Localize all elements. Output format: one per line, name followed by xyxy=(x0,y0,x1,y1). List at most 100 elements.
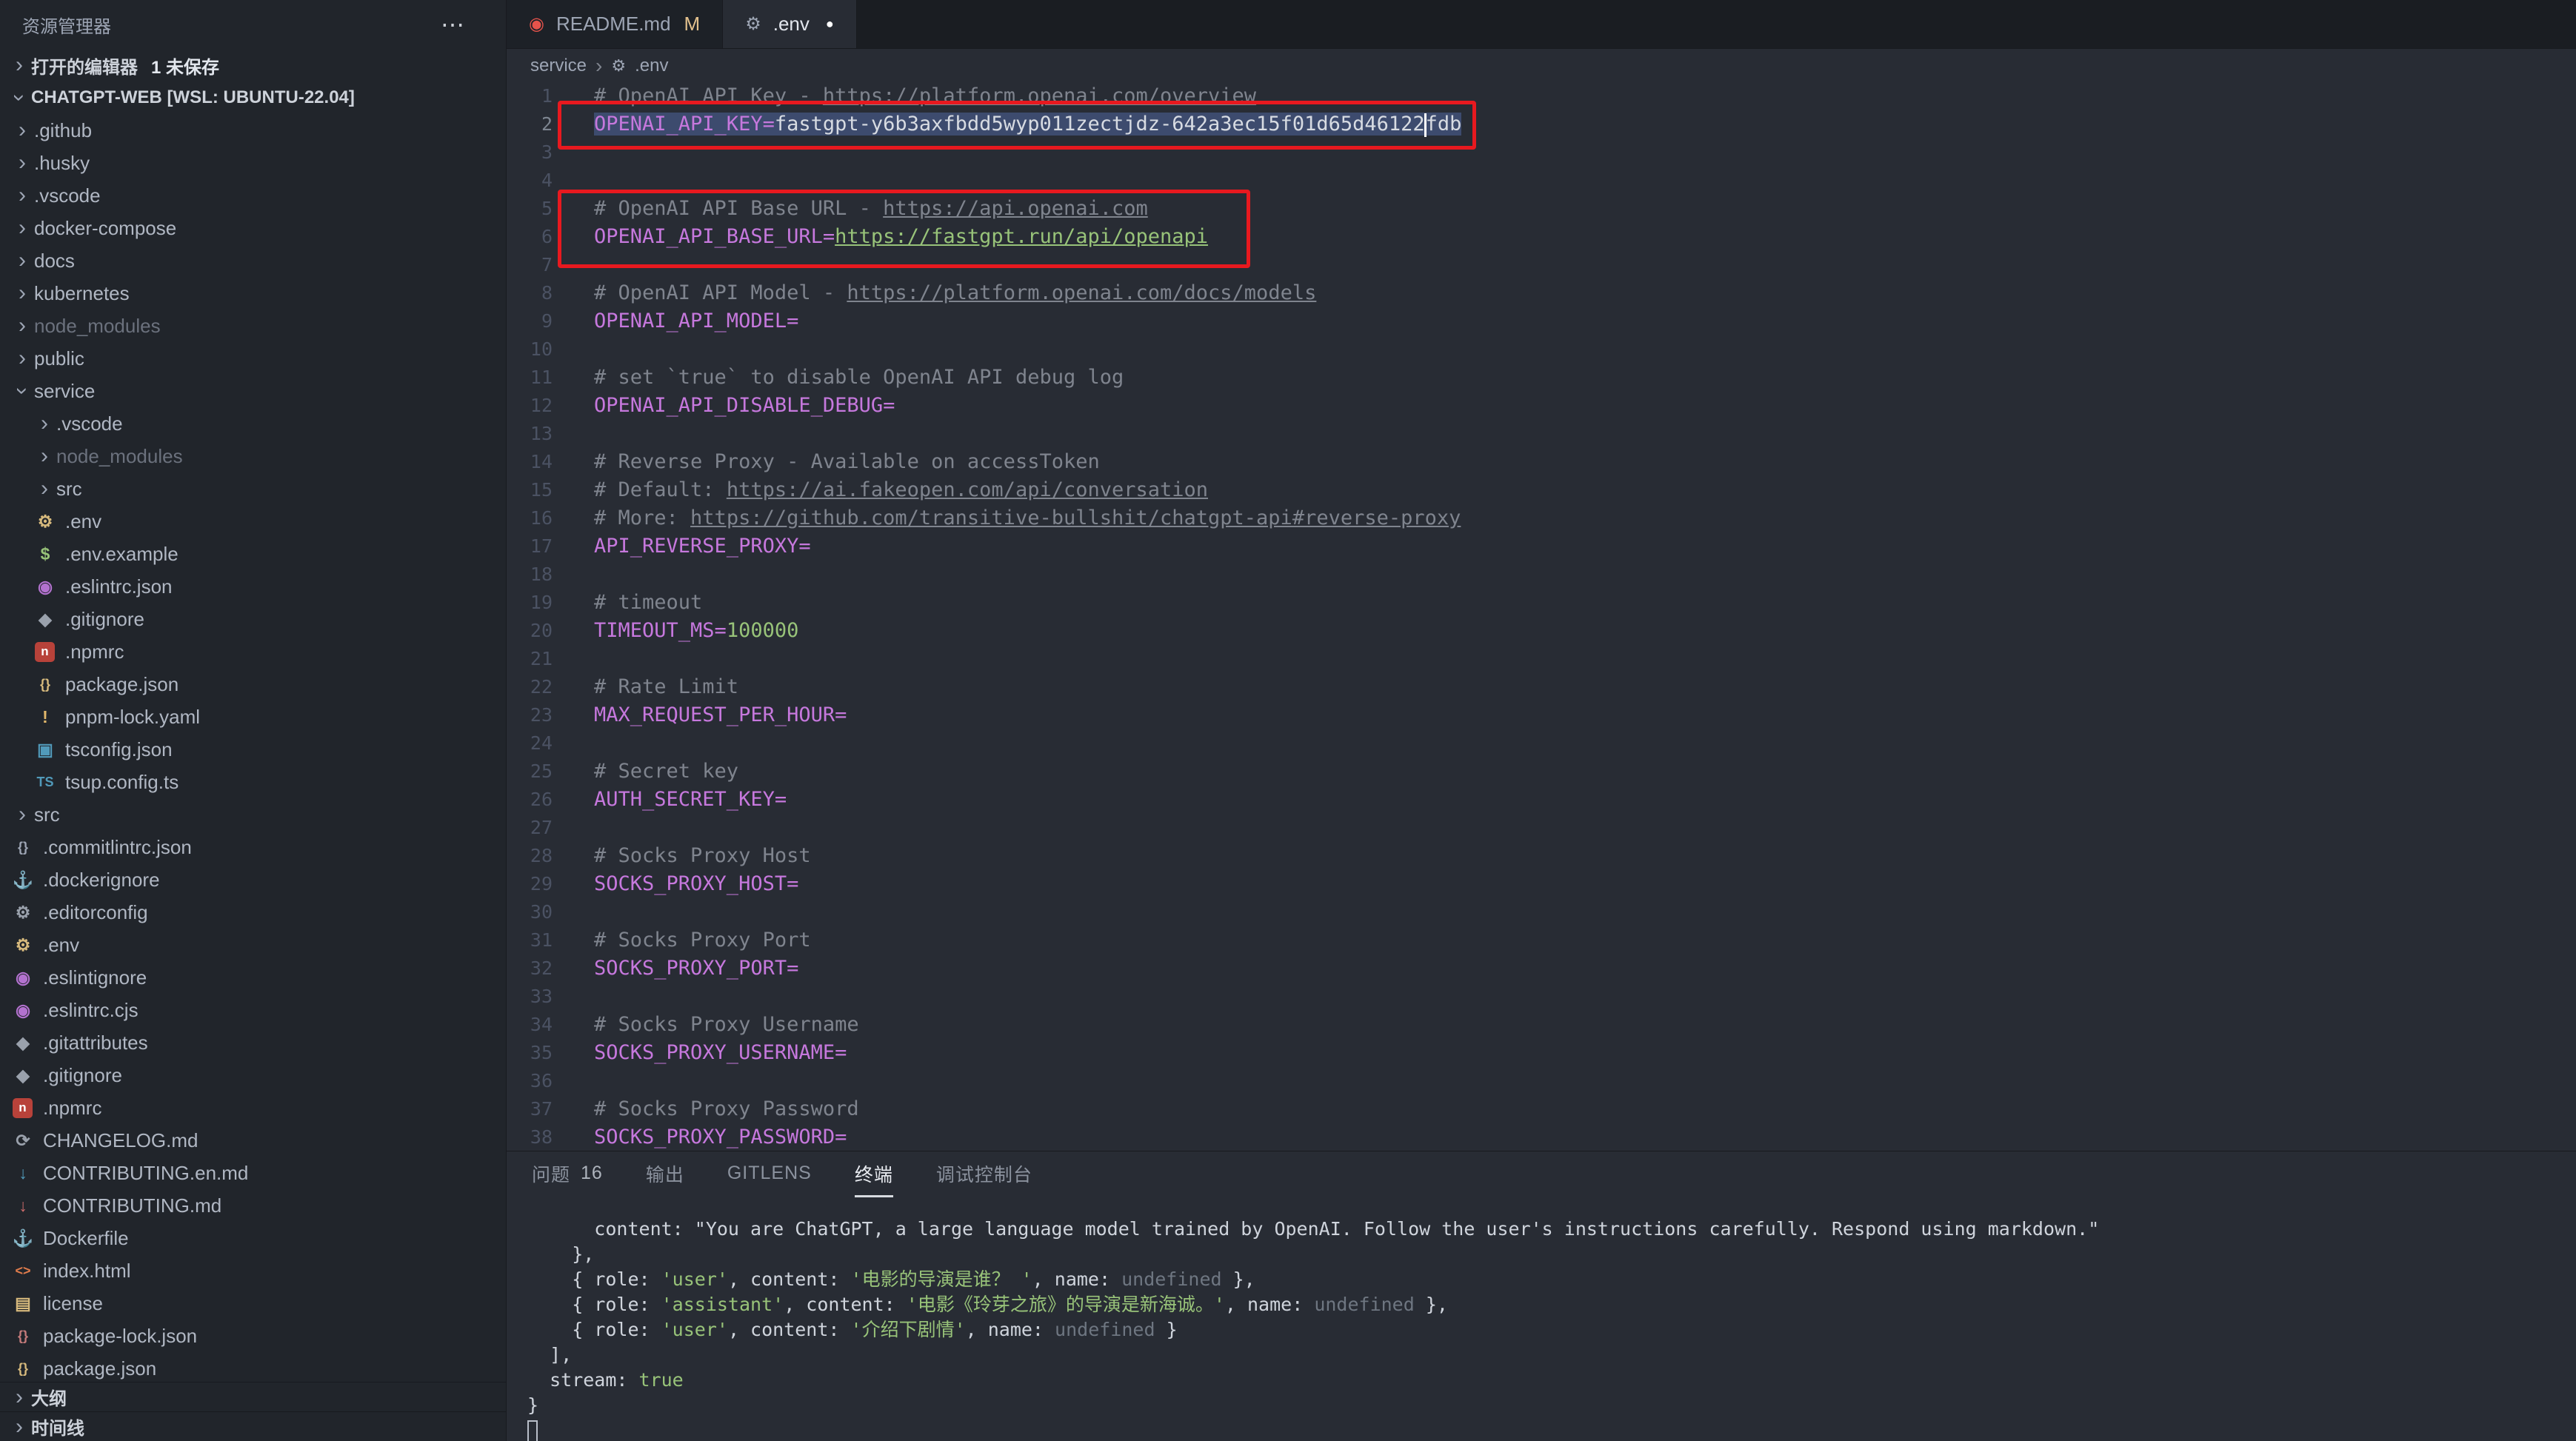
code-line-content[interactable]: # More: https://github.com/transitive-bu… xyxy=(563,504,1461,532)
tree-item[interactable]: ⚙.env xyxy=(0,505,506,538)
code-line-content[interactable] xyxy=(563,1067,594,1095)
tree-item[interactable]: ›src xyxy=(0,472,506,505)
code-line-content[interactable] xyxy=(563,335,594,364)
tree-item[interactable]: ⚓Dockerfile xyxy=(0,1222,506,1254)
code-line-content[interactable]: # Secret key xyxy=(563,758,738,786)
tree-item[interactable]: ◉.eslintrc.cjs xyxy=(0,994,506,1026)
tree-item[interactable]: ◉.eslintignore xyxy=(0,961,506,994)
terminal-token: }, xyxy=(1415,1294,1448,1315)
panel-tab[interactable]: GITLENS xyxy=(727,1151,812,1197)
line-number: 2 xyxy=(507,110,563,138)
tree-item[interactable]: ◆.gitignore xyxy=(0,603,506,635)
code-line-content[interactable] xyxy=(563,138,594,167)
tree-item[interactable]: {}package-lock.json xyxy=(0,1320,506,1352)
tree-item[interactable]: n.npmrc xyxy=(0,635,506,668)
tree-item[interactable]: ⚓.dockerignore xyxy=(0,863,506,896)
panel-tab[interactable]: 输出 xyxy=(646,1151,684,1197)
code-line-content[interactable]: SOCKS_PROXY_USERNAME= xyxy=(563,1039,847,1067)
tree-item[interactable]: ›node_modules xyxy=(0,440,506,472)
code-line-content[interactable] xyxy=(563,983,594,1011)
tree-item[interactable]: ›docs xyxy=(0,244,506,277)
selection-highlight: OPENAI_API_KEY=fastgpt-y6b3axfbdd5wyp011… xyxy=(594,113,1461,136)
tree-item[interactable]: ›.vscode xyxy=(0,407,506,440)
code-line-content[interactable]: # Default: https://ai.fakeopen.com/api/c… xyxy=(563,476,1208,504)
code-line-content[interactable]: # Socks Proxy Host xyxy=(563,842,811,870)
code-line-content[interactable]: AUTH_SECRET_KEY= xyxy=(563,786,787,814)
tree-item[interactable]: ›node_modules xyxy=(0,310,506,342)
editor-tab[interactable]: ◉README.mdM xyxy=(507,0,723,48)
tree-item[interactable]: ↓CONTRIBUTING.md xyxy=(0,1189,506,1222)
code-line-content[interactable]: MAX_REQUEST_PER_HOUR= xyxy=(563,701,847,729)
more-actions-icon[interactable]: ⋯ xyxy=(441,10,464,39)
code-line-content[interactable] xyxy=(563,167,594,195)
code-line-content[interactable]: # Reverse Proxy - Available on accessTok… xyxy=(563,448,1100,476)
code-line-content[interactable] xyxy=(563,729,594,758)
code-line-content[interactable]: # Socks Proxy Username xyxy=(563,1011,859,1039)
code-line-content[interactable]: OPENAI_API_KEY=fastgpt-y6b3axfbdd5wyp011… xyxy=(563,110,1461,138)
code-line-content[interactable] xyxy=(563,898,594,926)
code-line-content[interactable]: OPENAI_API_BASE_URL=https://fastgpt.run/… xyxy=(563,223,1208,251)
tree-item[interactable]: $.env.example xyxy=(0,538,506,570)
code-line-content[interactable]: # Socks Proxy Password xyxy=(563,1095,859,1123)
code-line-content[interactable]: OPENAI_API_DISABLE_DEBUG= xyxy=(563,392,895,420)
code-line-content[interactable] xyxy=(563,251,594,279)
open-editors-section[interactable]: › 打开的编辑器 1 未保存 xyxy=(0,49,506,81)
breadcrumb-item[interactable]: service xyxy=(530,56,587,76)
tree-item[interactable]: ⚙.editorconfig xyxy=(0,896,506,929)
tree-item[interactable]: TStsup.config.ts xyxy=(0,766,506,798)
code-line-content[interactable] xyxy=(563,561,594,589)
tree-item[interactable]: ›.vscode xyxy=(0,179,506,212)
code-line-content[interactable]: TIMEOUT_MS=100000 xyxy=(563,617,798,645)
tree-item[interactable]: ◆.gitattributes xyxy=(0,1026,506,1059)
code-line-content[interactable]: OPENAI_API_MODEL= xyxy=(563,307,798,335)
timeline-section[interactable]: › 时间线 xyxy=(0,1411,506,1441)
code-line-content[interactable] xyxy=(563,645,594,673)
tree-item[interactable]: <>index.html xyxy=(0,1254,506,1287)
code-line-content[interactable]: # Rate Limit xyxy=(563,673,738,701)
project-root-section[interactable]: › CHATGPT-WEB [WSL: UBUNTU-22.04] xyxy=(0,81,506,114)
tree-item[interactable]: !pnpm-lock.yaml xyxy=(0,701,506,733)
tree-item[interactable]: ›kubernetes xyxy=(0,277,506,310)
code-line-content[interactable]: # timeout xyxy=(563,589,702,617)
editor-tab[interactable]: ⚙.env● xyxy=(723,0,857,48)
chevron-right-icon: › xyxy=(10,248,34,273)
terminal[interactable]: content: "You are ChatGPT, a large langu… xyxy=(507,1197,2576,1441)
tree-item[interactable]: ›docker-compose xyxy=(0,212,506,244)
tree-item[interactable]: ◆.gitignore xyxy=(0,1059,506,1091)
tree-item[interactable]: {}.commitlintrc.json xyxy=(0,831,506,863)
tree-item[interactable]: ⚙.env xyxy=(0,929,506,961)
gear-gray-icon: ⚙ xyxy=(10,900,36,925)
tree-item[interactable]: {}package.json xyxy=(0,1352,506,1382)
outline-section[interactable]: › 大纲 xyxy=(0,1382,506,1411)
breadcrumb-item[interactable]: .env xyxy=(635,56,668,76)
tree-item[interactable]: ▣tsconfig.json xyxy=(0,733,506,766)
code-line-content[interactable]: # OpenAI API Key - https://platform.open… xyxy=(563,82,1256,110)
code-line-content[interactable]: # Socks Proxy Port xyxy=(563,926,811,954)
panel-tab[interactable]: 调试控制台 xyxy=(936,1151,1032,1197)
tree-item[interactable]: ▤license xyxy=(0,1287,506,1320)
code-line-content[interactable]: # set `true` to disable OpenAI API debug… xyxy=(563,364,1124,392)
code-line-content[interactable] xyxy=(563,814,594,842)
tree-item[interactable]: ›service xyxy=(0,375,506,407)
panel-tab[interactable]: 问题16 xyxy=(532,1151,603,1197)
tree-item[interactable]: ◉.eslintrc.json xyxy=(0,570,506,603)
tree-item[interactable]: ›.github xyxy=(0,114,506,147)
code-editor[interactable]: 1# OpenAI API Key - https://platform.ope… xyxy=(507,82,2576,1151)
tree-item[interactable]: ›.husky xyxy=(0,147,506,179)
code-line-content[interactable]: # OpenAI API Model - https://platform.op… xyxy=(563,279,1316,307)
code-line-content[interactable]: SOCKS_PROXY_HOST= xyxy=(563,870,798,898)
tree-item[interactable]: ›src xyxy=(0,798,506,831)
code-line-content[interactable]: # OpenAI API Base URL - https://api.open… xyxy=(563,195,1148,223)
code-line-content[interactable] xyxy=(563,420,594,448)
tree-item[interactable]: ›public xyxy=(0,342,506,375)
code-line-content[interactable]: SOCKS_PROXY_PORT= xyxy=(563,954,798,983)
tree-item[interactable]: ⟳CHANGELOG.md xyxy=(0,1124,506,1157)
line-number: 22 xyxy=(507,673,563,701)
code-line: 24 xyxy=(507,729,2576,758)
tree-item[interactable]: n.npmrc xyxy=(0,1091,506,1124)
code-line-content[interactable]: SOCKS_PROXY_PASSWORD= xyxy=(563,1123,847,1151)
code-line-content[interactable]: API_REVERSE_PROXY= xyxy=(563,532,811,561)
tree-item[interactable]: {}package.json xyxy=(0,668,506,701)
panel-tab[interactable]: 终端 xyxy=(855,1151,893,1197)
tree-item[interactable]: ↓CONTRIBUTING.en.md xyxy=(0,1157,506,1189)
